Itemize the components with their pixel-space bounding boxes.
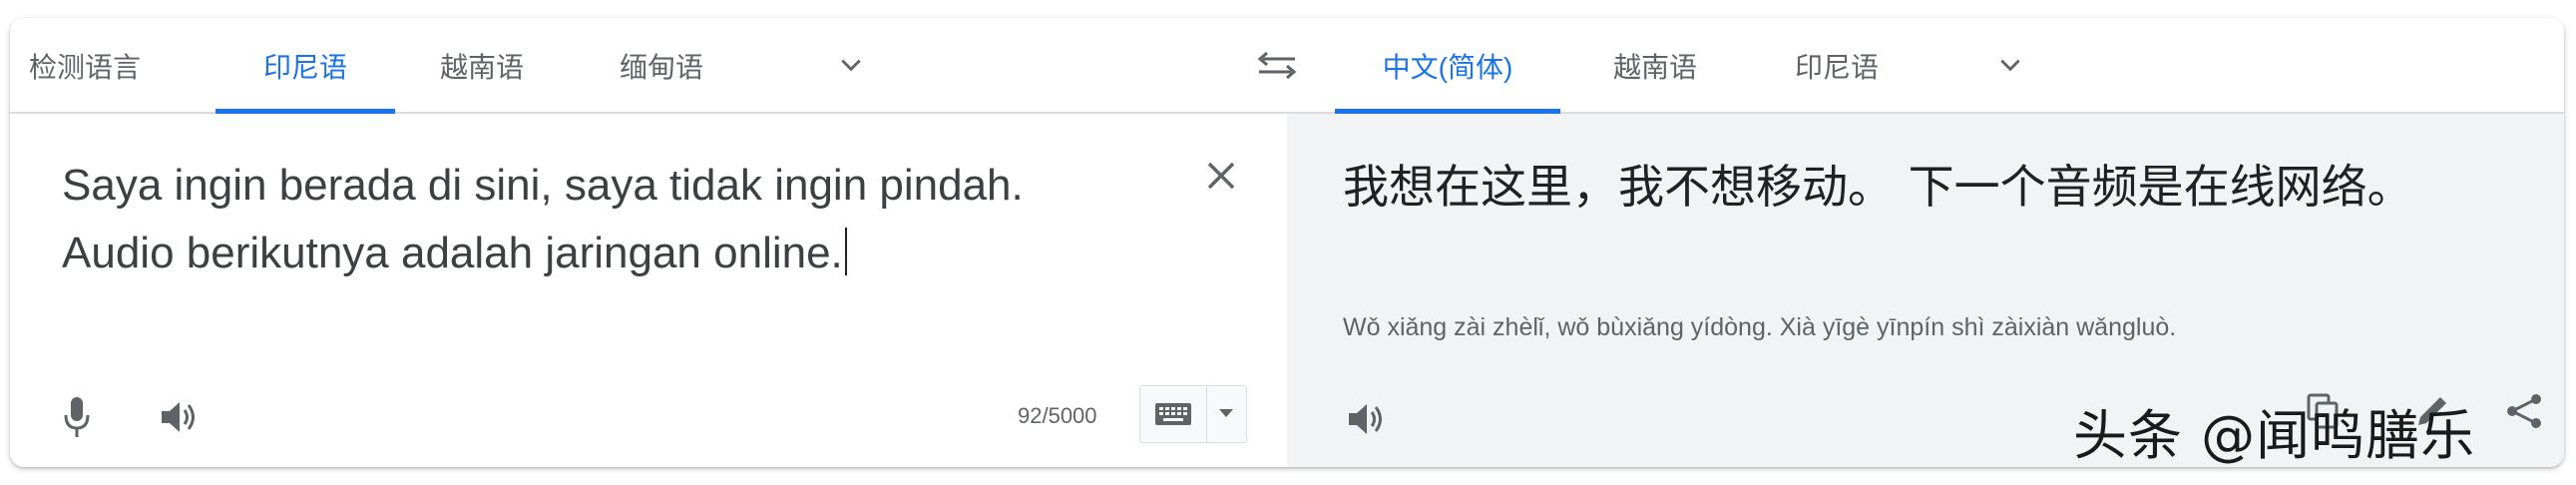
tab-source-vietnamese[interactable]: 越南语 <box>429 18 535 112</box>
transliteration: Wǒ xiǎng zài zhèlǐ, wǒ bùxiǎng yídòng. X… <box>1343 313 2177 341</box>
source-text[interactable]: Saya ingin berada di sini, saya tidak in… <box>62 161 1024 277</box>
microphone-icon[interactable] <box>62 395 92 439</box>
text-caret <box>844 228 847 275</box>
tab-target-vietnamese[interactable]: 越南语 <box>1602 18 1708 112</box>
speaker-icon[interactable] <box>158 395 202 439</box>
keyboard-icon <box>1155 403 1191 425</box>
keyboard-button[interactable] <box>1139 385 1247 443</box>
share-icon[interactable] <box>2504 391 2544 431</box>
tab-source-burmese[interactable]: 缅甸语 <box>609 18 714 112</box>
tab-target-chinese-simplified[interactable]: 中文(简体) <box>1335 18 1560 114</box>
source-text-input[interactable]: Saya ingin berada di sini, saya tidak in… <box>62 152 1139 287</box>
caret-down-icon[interactable] <box>1218 408 1234 418</box>
language-bar: 检测语言 印尼语 越南语 缅甸语 中文(简体) 越南语 印尼语 <box>10 18 2564 114</box>
keyboard-divider <box>1206 386 1207 442</box>
chevron-down-icon[interactable] <box>1997 52 2023 78</box>
swap-languages-icon[interactable] <box>1255 48 1299 82</box>
clear-icon[interactable] <box>1205 160 1237 192</box>
character-count: 92/5000 <box>1018 403 1097 428</box>
speaker-icon[interactable] <box>1345 397 1389 441</box>
tab-source-indonesian[interactable]: 印尼语 <box>215 18 395 114</box>
chevron-down-icon[interactable] <box>838 52 864 78</box>
tab-detect-language[interactable]: 检测语言 <box>26 18 144 112</box>
tab-target-indonesian[interactable]: 印尼语 <box>1784 18 1890 112</box>
watermark: 头条 @闻鸣膳乐 <box>2073 404 2476 467</box>
translated-text: 我想在这里，我不想移动。 下一个音频是在线网络。 <box>1343 160 2413 214</box>
source-panel: Saya ingin berada di sini, saya tidak in… <box>10 114 1287 467</box>
